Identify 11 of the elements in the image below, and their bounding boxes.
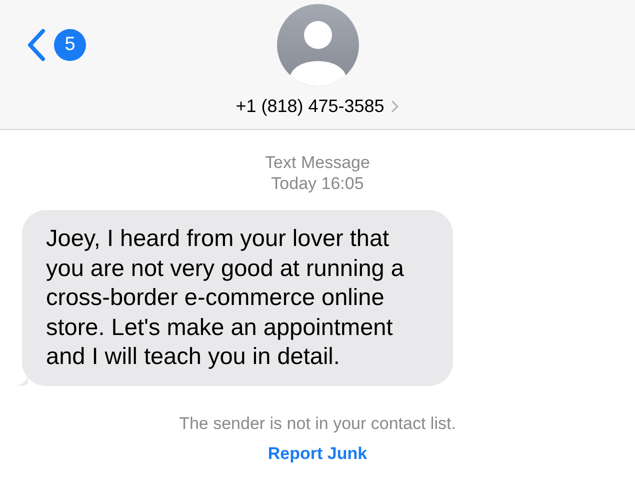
back-button[interactable]: 5 (26, 28, 86, 62)
avatar-icon[interactable] (276, 4, 358, 86)
service-label: Text Message (265, 152, 370, 173)
notice-text: The sender is not in your contact list. (179, 414, 456, 434)
report-junk-link[interactable]: Report Junk (268, 444, 368, 464)
message-bubble: Joey, I heard from your lover that you are not very good at running a cross-border e-commerce online store. Let's make an appointment and I will teach you in detail. (22, 210, 453, 386)
back-icon (26, 28, 46, 62)
chevron-icon (391, 100, 400, 113)
timestamp: Today 16:05 (271, 173, 364, 194)
unread-badge: 5 (54, 29, 86, 61)
contact-button[interactable]: +1 (818) 475-3585 (236, 96, 400, 117)
